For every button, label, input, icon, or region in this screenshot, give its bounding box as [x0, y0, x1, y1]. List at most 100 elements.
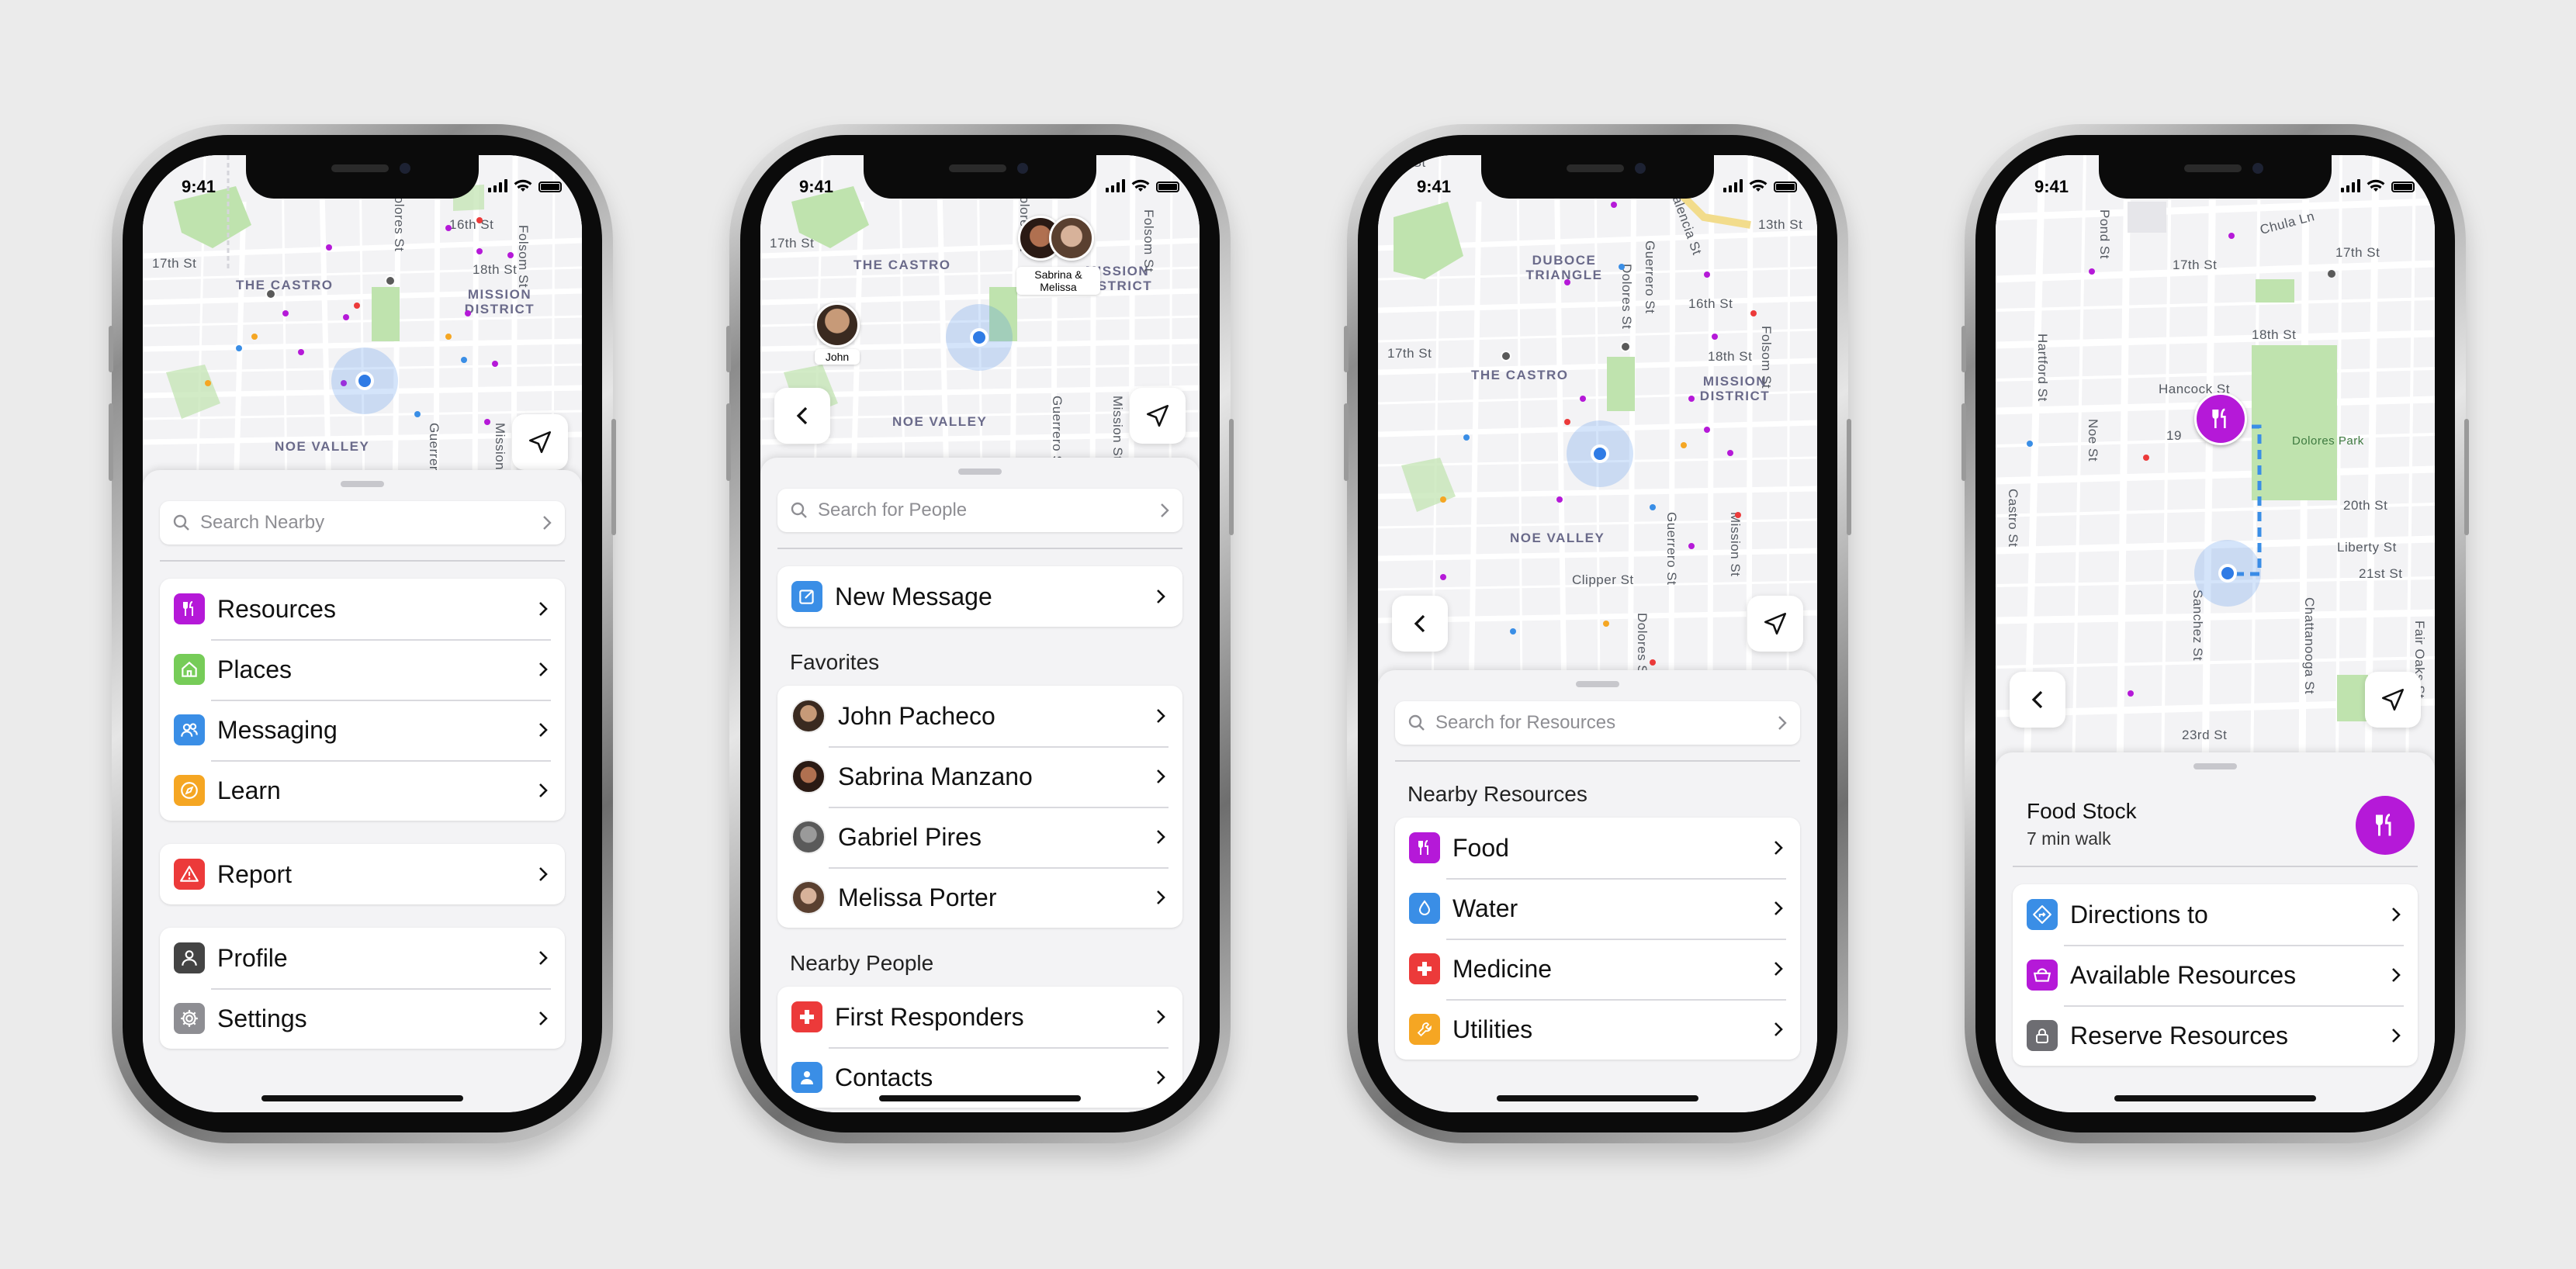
place-header: Food Stock 7 min walk	[2013, 787, 2418, 856]
directions-icon	[2027, 899, 2058, 930]
menu-item-profile[interactable]: Profile	[160, 928, 565, 988]
bottom-sheet: Food Stock 7 min walk Directions to Avai…	[1996, 752, 2435, 1112]
available-resources-button[interactable]: Available Resources	[2013, 945, 2418, 1005]
bottom-sheet: Search Nearby Resources Places Messaging	[143, 470, 582, 1112]
favorites-heading: Favorites	[790, 650, 880, 674]
status-bar: 9:41	[760, 169, 1200, 200]
first-responders-item[interactable]: First Responders	[777, 987, 1182, 1047]
home-indicator[interactable]	[2114, 1095, 2316, 1101]
fork-knife-icon	[174, 593, 205, 624]
chevron-right-icon	[539, 951, 548, 965]
chevron-right-icon	[1157, 709, 1165, 723]
person-pin-sabrina-melissa[interactable]: Sabrina & Melissa	[1016, 216, 1100, 295]
avatar	[791, 880, 826, 915]
sheet-grabber[interactable]	[2193, 763, 2237, 769]
chevron-left-icon	[2031, 690, 2043, 709]
home-indicator[interactable]	[879, 1095, 1081, 1101]
chevron-left-icon	[796, 406, 808, 425]
avatar	[791, 759, 826, 794]
chevron-right-icon	[1157, 1010, 1165, 1024]
place-subtitle: 7 min walk	[2027, 828, 2111, 849]
chevron-right-icon	[2392, 968, 2401, 982]
search-input[interactable]: Search for People	[777, 489, 1182, 532]
user-location-dot	[331, 348, 398, 414]
chevron-right-icon	[1774, 901, 1783, 915]
house-icon	[174, 654, 205, 685]
avatar	[1049, 216, 1094, 261]
search-input[interactable]: Search Nearby	[160, 501, 565, 545]
chevron-right-icon	[1774, 962, 1783, 976]
back-button[interactable]	[774, 388, 830, 444]
contact-row[interactable]: John Pacheco	[777, 686, 1182, 746]
chevron-right-icon	[1774, 1022, 1783, 1036]
contact-row[interactable]: Gabriel Pires	[777, 807, 1182, 867]
avatar	[791, 820, 826, 854]
fork-knife-icon	[1409, 832, 1440, 863]
food-marker-icon[interactable]	[2194, 392, 2247, 445]
chevron-right-icon	[539, 867, 548, 881]
menu-item-learn[interactable]: Learn	[160, 760, 565, 821]
chevron-right-icon	[2392, 1029, 2401, 1043]
status-bar: 9:41	[1996, 169, 2435, 200]
resources-list: Food Water Medicine Utilities	[1395, 818, 1800, 1060]
menu-item-report[interactable]: Report	[160, 844, 565, 904]
chevron-right-icon	[539, 783, 548, 797]
locate-button[interactable]	[512, 414, 568, 470]
cross-icon	[791, 1001, 822, 1032]
directions-button[interactable]: Directions to	[2013, 884, 2418, 945]
phone-mockup-3: 9:41 Fell St Valencia St 13th St DUBOCE …	[1344, 124, 1851, 1143]
bottom-sheet: Search for Resources Nearby Resources Fo…	[1378, 670, 1817, 1112]
reserve-resources-button[interactable]: Reserve Resources	[2013, 1005, 2418, 1066]
phone-mockup-2: 9:41 17th St THE CASTRO MISSION DISTRICT…	[726, 124, 1234, 1143]
search-input[interactable]: Search for Resources	[1395, 701, 1800, 745]
search-placeholder: Search for Resources	[1435, 712, 1616, 733]
menu-group-main: Resources Places Messaging Learn	[160, 579, 565, 821]
person-pin-john[interactable]: John	[815, 303, 860, 365]
menu-item-settings[interactable]: Settings	[160, 988, 565, 1049]
locate-button[interactable]	[1130, 388, 1186, 444]
contact-row[interactable]: Melissa Porter	[777, 867, 1182, 928]
menu-group-report: Report	[160, 844, 565, 904]
user-location-dot	[2194, 540, 2261, 607]
status-time: 9:41	[1417, 177, 1452, 196]
basket-icon	[2027, 960, 2058, 991]
new-message-button[interactable]: New Message	[777, 566, 1182, 627]
chevron-right-icon	[1157, 1070, 1165, 1084]
back-button[interactable]	[1392, 596, 1448, 652]
map-view[interactable]: Fell St Valencia St 13th St DUBOCE TRIAN…	[1378, 155, 1817, 698]
screen-place-detail: 9:41 Pond St Chula Ln 17th St 17th St 18…	[1996, 155, 2435, 1112]
chevron-right-icon	[1157, 890, 1165, 904]
menu-item-resources[interactable]: Resources	[160, 579, 565, 639]
chevron-right-icon	[539, 723, 548, 737]
menu-item-messaging[interactable]: Messaging	[160, 700, 565, 760]
lock-icon	[2027, 1020, 2058, 1051]
locate-button[interactable]	[1747, 596, 1803, 652]
resource-item-water[interactable]: Water	[1395, 878, 1800, 939]
place-actions: Directions to Available Resources Reserv…	[2013, 884, 2418, 1066]
phone-mockup-4: 9:41 Pond St Chula Ln 17th St 17th St 18…	[1961, 124, 2469, 1143]
status-time: 9:41	[182, 177, 216, 196]
sheet-grabber[interactable]	[958, 469, 1002, 475]
nearby-people-list: First Responders Contacts	[777, 987, 1182, 1108]
resource-item-medicine[interactable]: Medicine	[1395, 939, 1800, 999]
location-arrow-icon	[528, 430, 552, 454]
sheet-grabber[interactable]	[341, 481, 384, 487]
back-button[interactable]	[2010, 672, 2065, 728]
status-bar: 9:41	[1378, 169, 1817, 200]
map-view[interactable]: Pond St Chula Ln 17th St 17th St 18th St…	[1996, 155, 2435, 776]
home-indicator[interactable]	[261, 1095, 463, 1101]
warning-icon	[174, 859, 205, 890]
map-view[interactable]: 17th St THE CASTRO MISSION DISTRICT Fols…	[760, 155, 1200, 481]
resource-item-utilities[interactable]: Utilities	[1395, 999, 1800, 1060]
contact-row[interactable]: Sabrina Manzano	[777, 746, 1182, 807]
resource-item-food[interactable]: Food	[1395, 818, 1800, 878]
home-indicator[interactable]	[1497, 1095, 1698, 1101]
nearby-people-heading: Nearby People	[790, 951, 934, 975]
location-arrow-icon	[1146, 404, 1169, 427]
sheet-grabber[interactable]	[1576, 681, 1619, 687]
map-view[interactable]: 17th St THE CASTRO 16th St 18th St MISSI…	[143, 155, 582, 496]
avatar	[791, 699, 826, 733]
menu-item-places[interactable]: Places	[160, 639, 565, 700]
person-icon	[174, 942, 205, 973]
locate-button[interactable]	[2365, 672, 2421, 728]
